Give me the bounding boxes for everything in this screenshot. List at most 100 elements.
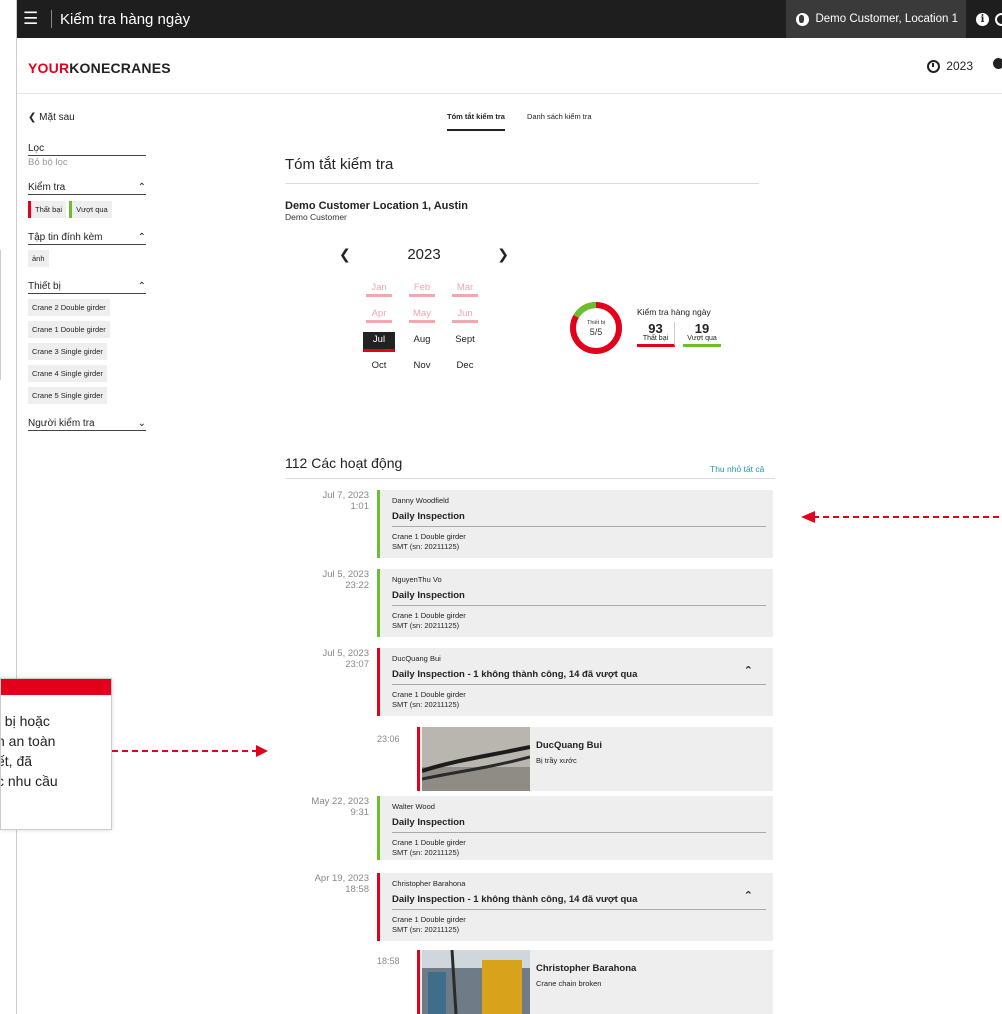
- equipment-filter-toggle[interactable]: Thiết bị ⌃: [28, 281, 146, 294]
- month-aug[interactable]: Aug: [406, 332, 438, 349]
- month-jan[interactable]: Jan: [363, 280, 395, 297]
- chevron-up-icon[interactable]: ⌃: [744, 664, 753, 677]
- finding-timestamp: 18:58: [377, 956, 400, 966]
- inspection-filter-toggle[interactable]: Kiểm tra ⌃: [28, 182, 146, 195]
- activity-card[interactable]: Walter Wood Daily Inspection Crane 1 Dou…: [377, 796, 773, 860]
- customer-location: Demo Customer Location 1, Austin: [285, 200, 468, 212]
- equipment-chip[interactable]: Crane 5 Single girder: [28, 387, 107, 404]
- finding-photo[interactable]: [422, 950, 530, 1014]
- activity-timestamp: Jul 5, 2023 23:07: [322, 648, 369, 670]
- month-feb[interactable]: Feb: [406, 280, 438, 297]
- donut-label: Thiết bị: [586, 320, 606, 326]
- info-icon[interactable]: i: [976, 12, 989, 26]
- image-filter-chip[interactable]: ảnh: [28, 250, 49, 267]
- tab-summary[interactable]: Tóm tắt kiểm tra: [447, 112, 505, 131]
- brand-logo[interactable]: YOURKONECRANES: [28, 60, 171, 76]
- finding-card[interactable]: Christopher Barahona Crane chain broken: [417, 950, 773, 1014]
- chevron-down-icon: ⌄: [137, 418, 146, 429]
- chevron-up-icon: ⌃: [137, 232, 146, 243]
- activity-timestamp: May 22, 2023 9:31: [311, 796, 369, 818]
- location-label: Demo Customer, Location 1: [815, 13, 958, 25]
- month-apr[interactable]: Apr: [363, 306, 395, 323]
- prev-year-icon[interactable]: ❮: [339, 246, 351, 263]
- divider: [51, 10, 52, 28]
- attachments-filter-toggle[interactable]: Tập tin đính kèm ⌃: [28, 232, 146, 245]
- month-jun[interactable]: Jun: [449, 306, 481, 323]
- clear-filter-link[interactable]: Bỏ bộ lọc: [28, 157, 146, 168]
- equipment-info: Crane 1 Double girder SMT (sn: 20211125): [392, 611, 466, 630]
- inspector-name: DucQuang Bui: [392, 654, 441, 663]
- globe-icon: [796, 12, 810, 26]
- month-sept[interactable]: Sept: [449, 332, 481, 349]
- activity-timestamp: Apr 19, 2023 18:58: [314, 873, 369, 895]
- finding-card[interactable]: DucQuang Bui Bị trầy xước: [417, 727, 773, 791]
- month-nov[interactable]: Nov: [406, 358, 438, 375]
- collapse-all-link[interactable]: Thu nhỏ tất cả: [710, 464, 764, 474]
- brand-your: YOUR: [28, 60, 70, 76]
- inspection-title: Daily Inspection: [392, 590, 766, 606]
- finding-description: Crane chain broken: [536, 979, 602, 988]
- chevron-up-icon: ⌃: [137, 182, 146, 193]
- equipment-chip[interactable]: Crane 3 Single girder: [28, 343, 107, 360]
- equipment-info: Crane 1 Double girder SMT (sn: 20211125): [392, 915, 466, 934]
- annotation-arrowhead: [801, 511, 815, 523]
- activity-card[interactable]: NguyenThu Vo Daily Inspection Crane 1 Do…: [377, 569, 773, 637]
- top-bar: ☰ Kiểm tra hàng ngày Demo Customer, Loca…: [17, 0, 1002, 38]
- month-mar[interactable]: Mar: [449, 280, 481, 297]
- tab-list[interactable]: Danh sách kiểm tra: [527, 112, 592, 131]
- inspector-name: Christopher Barahona: [392, 879, 466, 888]
- activity-card[interactable]: DucQuang Bui Daily Inspection - 1 không …: [377, 648, 773, 716]
- next-year-icon[interactable]: ❯: [497, 246, 509, 263]
- fail-count: 93: [648, 321, 663, 336]
- help-icon[interactable]: [995, 12, 1002, 26]
- location-selector[interactable]: Demo Customer, Location 1: [786, 0, 966, 38]
- annotation-arrow-line: [813, 516, 1002, 518]
- annotation-callout: t bị hoặc h an toàn ết, đã c nhu cầu: [0, 678, 112, 830]
- filter-sidebar: ❮ Mặt sau Lọc Bỏ bộ lọc Kiểm tra ⌃ Thất b…: [28, 112, 146, 431]
- fail-filter-chip[interactable]: Thất bại: [28, 201, 67, 218]
- activity-card[interactable]: Christopher Barahona Daily Inspection - …: [377, 873, 773, 941]
- callout-text: t bị hoặc h an toàn ết, đã c nhu cầu: [1, 713, 58, 789]
- pass-label: Vượt qua: [687, 335, 717, 342]
- back-link[interactable]: ❮ Mặt sau: [28, 112, 146, 123]
- equipment-donut: Thiết bị 5/5: [568, 300, 624, 356]
- finding-timestamp: 23:06: [377, 734, 400, 744]
- pass-filter-chip[interactable]: Vượt qua: [69, 201, 112, 218]
- user-icon[interactable]: [993, 58, 1002, 72]
- equipment-chip[interactable]: Crane 2 Double girder: [28, 299, 110, 316]
- pass-stat[interactable]: 19 Vượt qua: [683, 322, 721, 347]
- brand-konecranes: KONECRANES: [69, 60, 171, 76]
- equipment-info: Crane 1 Double girder SMT (sn: 20211125): [392, 838, 466, 857]
- finding-photo[interactable]: [422, 727, 530, 791]
- inspector-name: Walter Wood: [392, 802, 435, 811]
- inspector-name: NguyenThu Vo: [392, 575, 442, 584]
- hamburger-menu-icon[interactable]: ☰: [23, 0, 49, 38]
- finding-inspector: DucQuang Bui: [536, 740, 602, 751]
- annotation-arrow-line: [112, 750, 258, 752]
- year-selector[interactable]: 2023: [927, 59, 973, 73]
- divider: [285, 183, 759, 184]
- year-label: 2023: [407, 246, 441, 263]
- equipment-info: Crane 1 Double girder SMT (sn: 20211125): [392, 690, 466, 709]
- chevron-up-icon[interactable]: ⌃: [744, 889, 753, 902]
- month-jul[interactable]: Jul: [363, 332, 395, 352]
- fail-label: Thất bại: [642, 335, 669, 342]
- finding-description: Bị trầy xước: [536, 756, 577, 765]
- back-label: Mặt sau: [39, 112, 75, 123]
- month-may[interactable]: May: [406, 306, 438, 323]
- equipment-chip[interactable]: Crane 1 Double girder: [28, 321, 110, 338]
- app-window: ☰ Kiểm tra hàng ngày Demo Customer, Loca…: [16, 0, 1002, 1014]
- fail-stat[interactable]: 93 Thất bại: [637, 322, 675, 347]
- equipment-info: Crane 1 Double girder SMT (sn: 20211125): [392, 532, 466, 551]
- inspector-name: Danny Woodfield: [392, 496, 449, 505]
- month-oct[interactable]: Oct: [363, 358, 395, 375]
- month-dec[interactable]: Dec: [449, 358, 481, 375]
- tab-bar: Tóm tắt kiểm tra Danh sách kiểm tra: [447, 112, 592, 131]
- activity-card[interactable]: Danny Woodfield Daily Inspection Crane 1…: [377, 490, 773, 558]
- activity-timestamp: Jul 5, 2023 23:22: [322, 569, 369, 591]
- inspection-stats: Kiểm tra hàng ngày 93 Thất bại 19 Vượt q…: [637, 307, 721, 347]
- inspector-filter-toggle[interactable]: Người kiểm tra ⌄: [28, 418, 146, 431]
- donut-pass-arc: [573, 302, 597, 319]
- equipment-chip[interactable]: Crane 4 Single girder: [28, 365, 107, 382]
- activities-heading: 112 Các hoạt động: [285, 455, 403, 471]
